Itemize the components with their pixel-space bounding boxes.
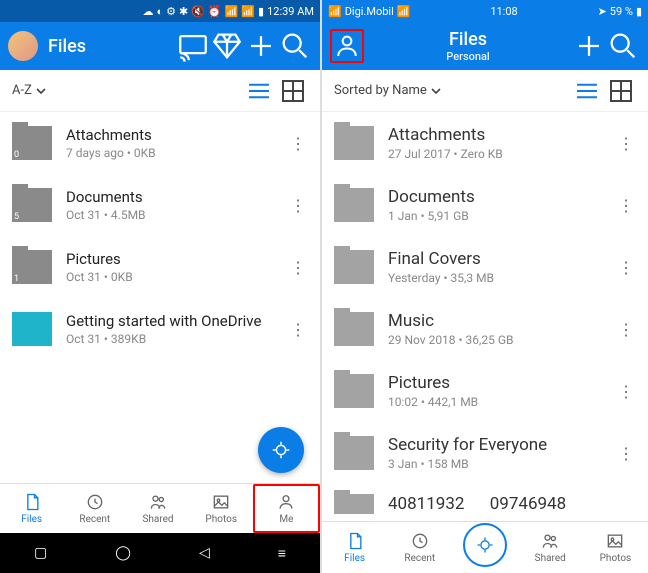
nav-home[interactable]: ◯ bbox=[115, 545, 131, 561]
list-item[interactable]: 0Attachments7 days ago • 0KB⋮ bbox=[0, 112, 320, 174]
tab-me[interactable]: Me bbox=[253, 484, 320, 533]
folder-icon bbox=[334, 374, 374, 408]
status-time: 11:08 bbox=[490, 5, 517, 18]
scan-fab[interactable] bbox=[258, 427, 304, 473]
tab-photos[interactable]: Photos bbox=[583, 522, 648, 573]
list-item[interactable]: Final CoversYesterday • 35,3 MB⋮ bbox=[322, 236, 648, 298]
folder-icon bbox=[334, 494, 374, 514]
list-item[interactable]: Documents1 Jan • 5,91 GB⋮ bbox=[322, 174, 648, 236]
more-icon[interactable]: ⋮ bbox=[616, 196, 636, 215]
battery: 59 % bbox=[610, 5, 633, 18]
list-item[interactable]: 5DocumentsOct 31 • 4.5MB⋮ bbox=[0, 174, 320, 236]
tab-files[interactable]: Files bbox=[322, 522, 387, 573]
tab-recent[interactable]: Recent bbox=[387, 522, 452, 573]
list-item[interactable]: 1PicturesOct 31 • 0KB⋮ bbox=[0, 236, 320, 298]
more-icon[interactable]: ⋮ bbox=[616, 134, 636, 153]
add-icon[interactable] bbox=[244, 29, 278, 63]
carrier: Digi.Mobil bbox=[345, 5, 394, 18]
list-item[interactable]: 40811932 09746948 bbox=[322, 484, 648, 521]
view-list-icon[interactable] bbox=[572, 76, 602, 106]
more-icon[interactable]: ⋮ bbox=[288, 134, 308, 153]
tab-scan[interactable] bbox=[452, 522, 517, 573]
avatar[interactable] bbox=[8, 31, 38, 61]
search-icon[interactable] bbox=[606, 29, 640, 63]
tab-shared[interactable]: Shared bbox=[126, 484, 189, 533]
status-time: 12:39 AM bbox=[267, 5, 314, 18]
status-bar: ☁◐⚙✱🔇⏰📶📶▮ 12:39 AM bbox=[0, 0, 320, 22]
view-grid-icon[interactable] bbox=[278, 76, 308, 106]
more-icon[interactable]: ⋮ bbox=[288, 196, 308, 215]
folder-icon bbox=[334, 126, 374, 160]
file-thumb bbox=[12, 312, 52, 346]
cast-icon[interactable] bbox=[176, 29, 210, 63]
tab-photos[interactable]: Photos bbox=[190, 484, 253, 533]
file-list: 0Attachments7 days ago • 0KB⋮ 5Documents… bbox=[0, 112, 320, 483]
folder-icon bbox=[334, 188, 374, 222]
android-nav-bar: ▢ ◯ ◁ ≡ bbox=[0, 533, 320, 573]
search-icon[interactable] bbox=[278, 29, 312, 63]
list-item[interactable]: Getting started with OneDriveOct 31 • 38… bbox=[0, 298, 320, 360]
file-list: Attachments27 Jul 2017 • Zero KB⋮ Docume… bbox=[322, 112, 648, 521]
list-item[interactable]: Music29 Nov 2018 • 36,25 GB⋮ bbox=[322, 298, 648, 360]
account-icon[interactable] bbox=[330, 29, 364, 63]
list-item[interactable]: Pictures10:02 • 442,1 MB⋮ bbox=[322, 360, 648, 422]
tab-recent[interactable]: Recent bbox=[63, 484, 126, 533]
nav-menu[interactable]: ≡ bbox=[278, 545, 286, 562]
page-title: Files bbox=[48, 36, 176, 57]
sort-button[interactable]: Sorted by Name bbox=[334, 83, 441, 98]
folder-icon bbox=[334, 436, 374, 470]
more-icon[interactable]: ⋮ bbox=[616, 320, 636, 339]
more-icon[interactable]: ⋮ bbox=[288, 258, 308, 277]
app-header: Files bbox=[0, 22, 320, 70]
folder-icon: 1 bbox=[12, 250, 52, 284]
folder-icon bbox=[334, 250, 374, 284]
folder-icon bbox=[334, 312, 374, 346]
page-title: FilesPersonal bbox=[364, 29, 572, 63]
tab-bar: Files Recent Shared Photos Me bbox=[0, 483, 320, 533]
add-icon[interactable] bbox=[572, 29, 606, 63]
more-icon[interactable]: ⋮ bbox=[616, 444, 636, 463]
sort-button[interactable]: A-Z bbox=[12, 83, 46, 98]
sort-bar: A-Z bbox=[0, 70, 320, 112]
sort-bar: Sorted by Name bbox=[322, 70, 648, 112]
view-grid-icon[interactable] bbox=[606, 76, 636, 106]
list-item[interactable]: Security for Everyone3 Jan • 158 MB⋮ bbox=[322, 422, 648, 484]
diamond-icon[interactable] bbox=[210, 29, 244, 63]
status-bar: 📶Digi.Mobil📶 11:08 ➤59 %▮ bbox=[322, 0, 648, 22]
nav-recents[interactable]: ▢ bbox=[34, 545, 47, 561]
nav-back[interactable]: ◁ bbox=[199, 545, 210, 561]
folder-icon: 0 bbox=[12, 126, 52, 160]
more-icon[interactable]: ⋮ bbox=[616, 258, 636, 277]
app-header: FilesPersonal bbox=[322, 22, 648, 70]
tab-bar: Files Recent Shared Photos bbox=[322, 521, 648, 573]
more-icon[interactable]: ⋮ bbox=[288, 320, 308, 339]
tab-files[interactable]: Files bbox=[0, 484, 63, 533]
more-icon[interactable]: ⋮ bbox=[616, 382, 636, 401]
tab-shared[interactable]: Shared bbox=[518, 522, 583, 573]
view-list-icon[interactable] bbox=[244, 76, 274, 106]
folder-icon: 5 bbox=[12, 188, 52, 222]
list-item[interactable]: Attachments27 Jul 2017 • Zero KB⋮ bbox=[322, 112, 648, 174]
